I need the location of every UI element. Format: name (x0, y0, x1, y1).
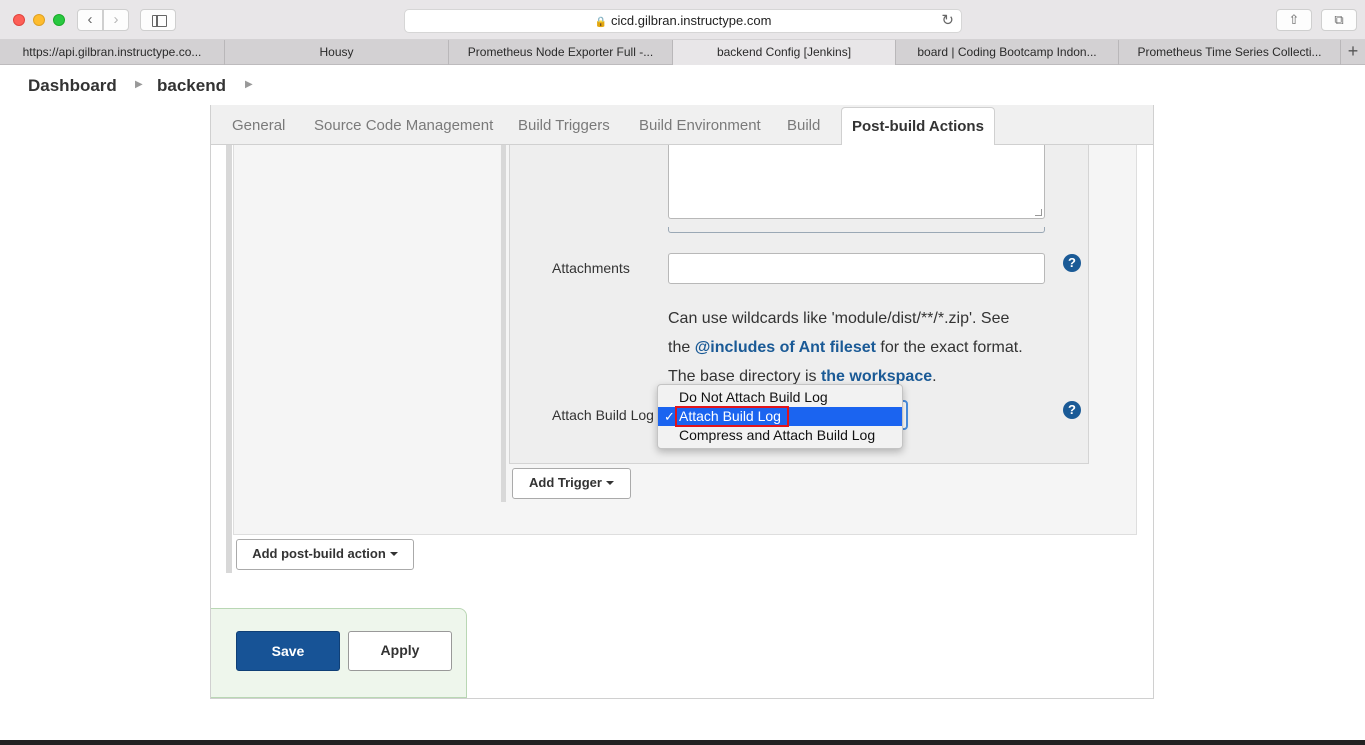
show-tabs-button[interactable]: ⧉ (1321, 9, 1357, 31)
lock-icon: 🔒 (594, 17, 608, 28)
chevron-right-icon[interactable]: ▶ (135, 79, 143, 90)
dropdown-option[interactable]: Compress and Attach Build Log (658, 426, 902, 445)
chevron-right-icon: › (113, 11, 119, 28)
option-label: Compress and Attach Build Log (679, 427, 876, 443)
tab-build-triggers[interactable]: Build Triggers (518, 105, 610, 145)
tab-label: Housy (319, 45, 354, 59)
url-text: cicd.gilbran.instructype.com (611, 13, 772, 28)
close-window-button[interactable] (13, 14, 25, 26)
save-button[interactable]: Save (236, 631, 340, 671)
button-label: Add post-build action (252, 546, 386, 561)
share-icon: ⇧ (1288, 12, 1300, 27)
tab-label: board | Coding Bootcamp Indon... (917, 45, 1097, 59)
resize-handle[interactable] (1035, 209, 1042, 216)
browser-tab[interactable]: board | Coding Bootcamp Indon... (895, 40, 1118, 65)
plus-icon: + (1347, 41, 1359, 61)
reload-icon[interactable]: ↻ (941, 10, 954, 32)
zoom-window-button[interactable] (53, 14, 65, 26)
tab-build-environment[interactable]: Build Environment (639, 105, 761, 145)
help-text-fragment: for the exact format. (875, 339, 1023, 356)
attachments-input[interactable] (668, 253, 1045, 284)
help-text-fragment: The base directory is (668, 368, 821, 385)
breadcrumb-dashboard[interactable]: Dashboard (28, 76, 117, 96)
chevron-left-icon: ‹ (87, 11, 93, 28)
browser-titlebar: ‹ › 🔒 cicd.gilbran.instructype.com ↻ ⇧ ⧉ (0, 0, 1365, 40)
add-post-build-action-button[interactable]: Add post-build action (236, 539, 414, 570)
browser-tab[interactable]: Prometheus Time Series Collecti... (1118, 40, 1340, 65)
attach-build-log-label: Attach Build Log (552, 407, 654, 423)
help-line: Can use wildcards like 'module/dist/**/*… (668, 310, 1010, 327)
share-button[interactable]: ⇧ (1276, 9, 1312, 31)
back-button[interactable]: ‹ (77, 9, 103, 31)
browser-tab-active[interactable]: backend Config [Jenkins] (672, 40, 895, 65)
browser-tab[interactable]: Prometheus Node Exporter Full -... (448, 40, 672, 65)
new-tab-button[interactable]: + (1340, 40, 1365, 65)
forward-button[interactable]: › (103, 9, 129, 31)
breadcrumb: Dashboard ▶ backend ▶ (0, 65, 1365, 105)
browser-tab[interactable]: https://api.gilbran.instructype.co... (0, 40, 224, 65)
help-icon[interactable]: ? (1063, 254, 1081, 272)
browser-tab[interactable]: Housy (224, 40, 448, 65)
config-panel: General Source Code Management Build Tri… (210, 105, 1154, 699)
tab-build[interactable]: Build (787, 105, 820, 145)
tab-label: backend Config [Jenkins] (716, 45, 852, 59)
highlight-box (675, 406, 789, 427)
breadcrumb-backend[interactable]: backend (157, 76, 226, 96)
tab-source-code-management[interactable]: Source Code Management (314, 105, 493, 145)
tab-label: Prometheus Time Series Collecti... (1137, 45, 1322, 59)
dropdown-option-selected[interactable]: ✓ Attach Build Log (658, 406, 902, 427)
tabs-overview-icon: ⧉ (1334, 12, 1344, 27)
textarea-expand-bar[interactable] (668, 227, 1045, 233)
ant-fileset-link[interactable]: @includes of Ant fileset (695, 339, 876, 356)
tab-label: https://api.gilbran.instructype.co... (22, 45, 202, 59)
help-icon[interactable]: ? (1063, 401, 1081, 419)
button-label: Add Trigger (529, 475, 602, 490)
trigger-drag-bar (501, 145, 506, 502)
content-textarea[interactable] (668, 145, 1045, 219)
chevron-right-icon[interactable]: ▶ (245, 79, 253, 90)
workspace-link[interactable]: the workspace (821, 368, 932, 385)
bottom-edge (0, 740, 1365, 745)
checkmark-icon: ✓ (664, 409, 675, 424)
address-bar[interactable]: 🔒 cicd.gilbran.instructype.com ↻ (404, 9, 962, 33)
caret-down-icon (605, 481, 614, 485)
apply-button[interactable]: Apply (348, 631, 452, 671)
section-drag-bar (226, 145, 232, 573)
browser-tab-bar: https://api.gilbran.instructype.co... Ho… (0, 40, 1365, 65)
tab-label: Prometheus Node Exporter Full -... (467, 45, 654, 59)
tab-general[interactable]: General (232, 105, 285, 145)
help-text-fragment: the (668, 339, 695, 356)
option-label: Do Not Attach Build Log (679, 389, 828, 405)
minimize-window-button[interactable] (33, 14, 45, 26)
tab-post-build-actions[interactable]: Post-build Actions (841, 107, 995, 146)
dropdown-option[interactable]: Do Not Attach Build Log (658, 388, 902, 407)
add-trigger-button[interactable]: Add Trigger (512, 468, 631, 499)
help-line: the @includes of Ant fileset for the exa… (668, 333, 1048, 362)
attachments-label: Attachments (552, 260, 630, 276)
attach-build-log-dropdown: Do Not Attach Build Log ✓ Attach Build L… (657, 384, 903, 449)
attachments-help-text: Can use wildcards like 'module/dist/**/*… (668, 304, 1048, 391)
caret-down-icon (389, 552, 398, 556)
sidebar-toggle-button[interactable] (140, 9, 176, 31)
save-bar: Save Apply (211, 608, 467, 698)
config-tab-bar: General Source Code Management Build Tri… (211, 105, 1153, 146)
help-text-fragment: . (932, 368, 937, 385)
